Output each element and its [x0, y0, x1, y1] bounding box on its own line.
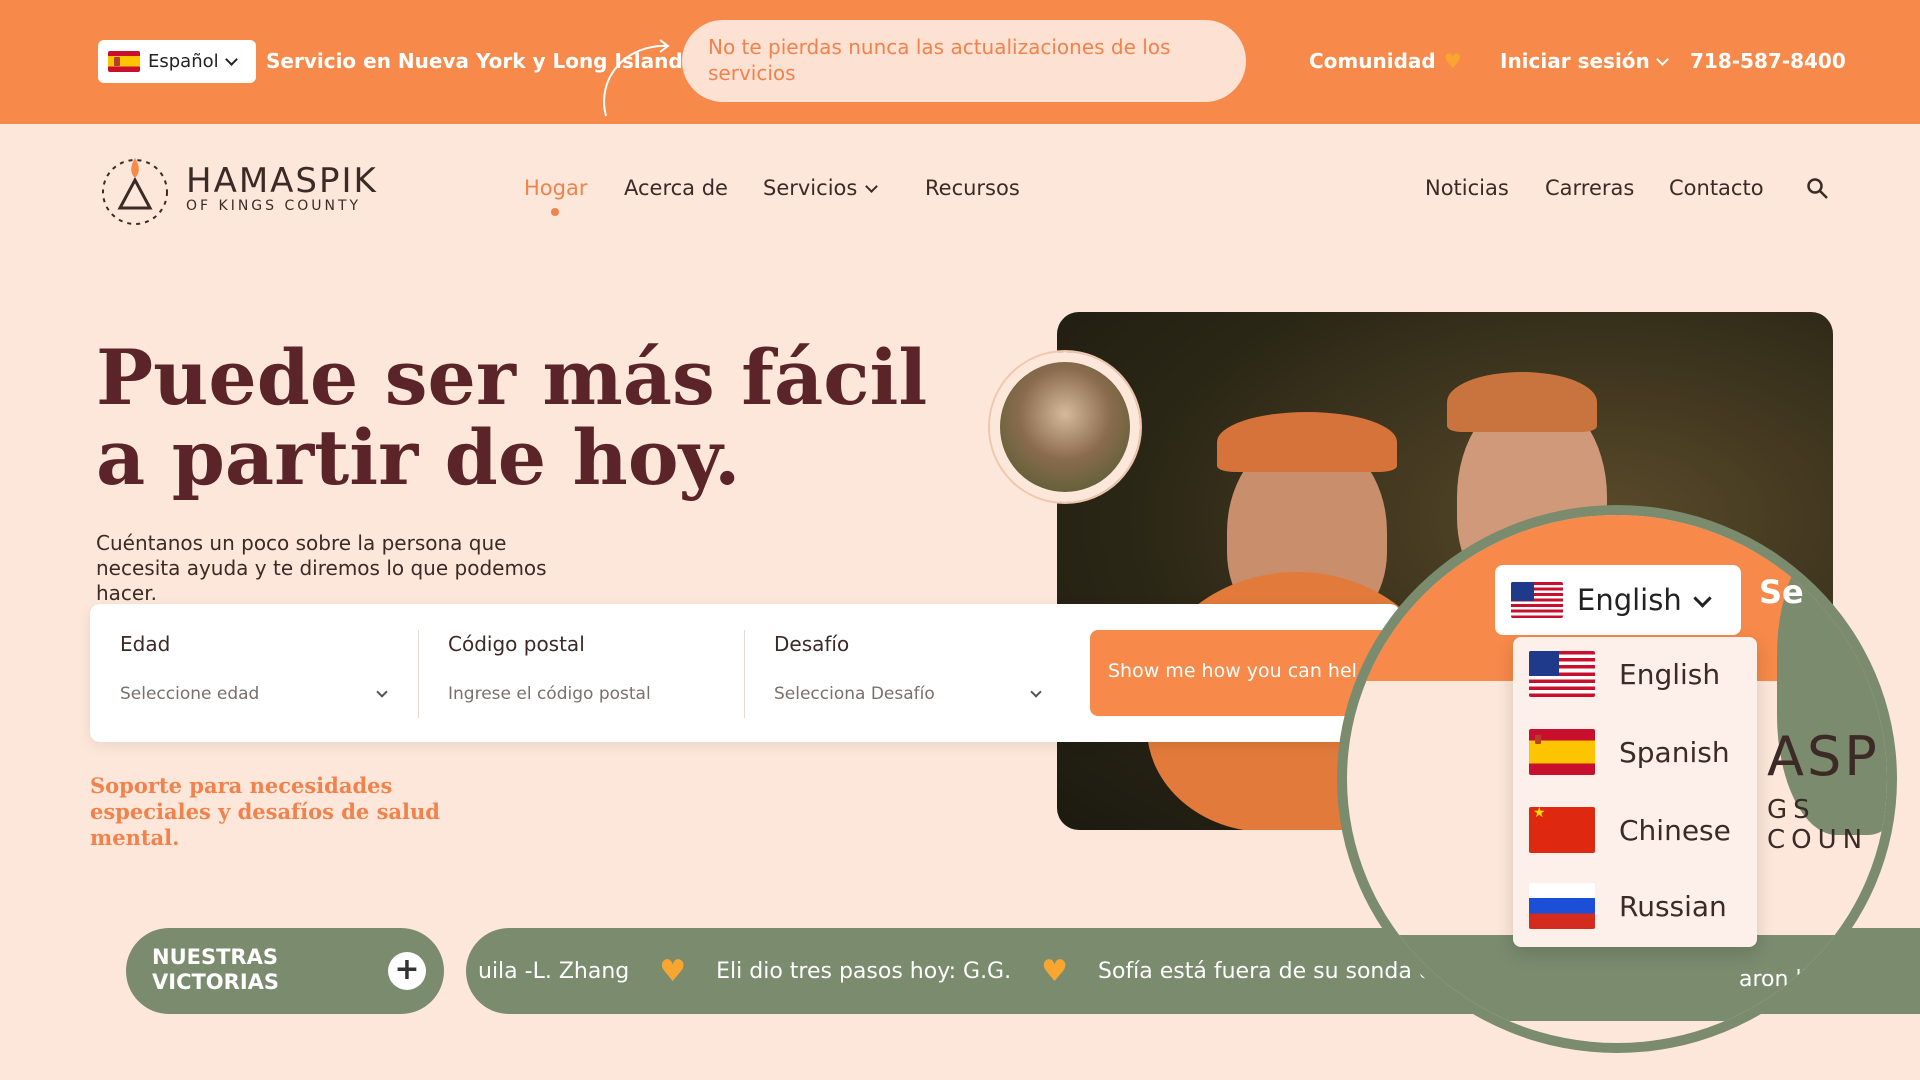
spain-flag-icon	[1529, 729, 1595, 775]
language-option-russian[interactable]: Russian	[1529, 883, 1727, 929]
top-bar: Español Servicio en Nueva York y Long Is…	[0, 0, 1920, 124]
plus-icon[interactable]: +	[388, 952, 426, 990]
age-label: Edad	[120, 632, 171, 656]
challenge-label: Desafío	[774, 632, 850, 656]
selected-language: English	[1577, 583, 1682, 617]
nav-services[interactable]: Servicios	[763, 176, 879, 200]
option-label: Spanish	[1619, 735, 1730, 769]
age-value: Seleccione edad	[120, 684, 260, 704]
mag-person	[1827, 535, 1887, 625]
chevron-down-icon	[1030, 686, 1042, 698]
logo-subtitle: OF KINGS COUNTY	[186, 198, 362, 214]
zip-field[interactable]: Código postal Ingrese el código postal	[418, 604, 744, 742]
option-label: Chinese	[1619, 813, 1731, 847]
ticker-item: Eli dio tres pasos hoy: G.G.	[716, 958, 1012, 984]
zip-label: Código postal	[448, 632, 585, 656]
mag-logo-fragment: ASP	[1767, 725, 1880, 788]
updates-notice[interactable]: No te pierdas nunca las actualizaciones …	[682, 20, 1246, 102]
victorias-label: NUESTRAS VICTORIAS	[152, 945, 280, 994]
ticker-item: uila -L. Zhang	[478, 958, 630, 984]
mag-logo-sub-fragment: GS COUN	[1767, 795, 1869, 855]
language-selector-zoomed[interactable]: English	[1495, 565, 1741, 635]
china-flag-icon	[1529, 807, 1595, 853]
heart-icon: ♥	[659, 953, 687, 989]
nav-about[interactable]: Acerca de	[624, 176, 728, 200]
hero-subtitle: Cuéntanos un poco sobre la persona que n…	[96, 531, 547, 605]
curved-arrow-icon	[603, 39, 670, 117]
language-option-chinese[interactable]: Chinese	[1529, 807, 1731, 853]
chevron-down-icon	[1655, 52, 1669, 66]
nav-contact[interactable]: Contacto	[1669, 176, 1764, 200]
age-field[interactable]: Edad Seleccione edad	[90, 604, 416, 742]
mag-service-fragment: Se	[1759, 573, 1804, 611]
us-flag-icon	[1511, 582, 1563, 618]
nav-services-label: Servicios	[763, 176, 858, 200]
language-menu: English Spanish Chinese Russian	[1513, 637, 1757, 947]
cap-shape	[1447, 372, 1597, 432]
mag-ticker: aron llegó	[1347, 935, 1887, 1021]
zip-input[interactable]: Ingrese el código postal	[448, 684, 714, 704]
chevron-down-icon	[865, 179, 879, 193]
hamaspik-logo-icon	[102, 158, 168, 225]
magnified-language-dropdown: English Se ASP GS COUN aron llegó Englis…	[1337, 505, 1897, 1053]
option-label: Russian	[1619, 889, 1727, 923]
age-select[interactable]: Seleccione edad	[120, 684, 388, 704]
chevron-down-icon	[376, 686, 388, 698]
challenge-value: Selecciona Desafío	[774, 684, 935, 704]
show-me-button[interactable]: Show me how you can hel	[1090, 630, 1390, 716]
login-link[interactable]: Iniciar sesión	[1500, 49, 1669, 73]
us-flag-icon	[1529, 651, 1595, 697]
language-label: Español	[148, 51, 219, 72]
nav-careers[interactable]: Carreras	[1545, 176, 1634, 200]
language-option-spanish[interactable]: Spanish	[1529, 729, 1730, 775]
language-option-english[interactable]: English	[1529, 651, 1720, 697]
nav-resources[interactable]: Recursos	[925, 176, 1020, 200]
community-link[interactable]: Comunidad ♥	[1309, 49, 1462, 73]
nav-news[interactable]: Noticias	[1425, 176, 1509, 200]
community-label: Comunidad	[1309, 49, 1436, 73]
heart-icon: ♥	[1443, 49, 1462, 73]
logo[interactable]: HAMASPIK OF KINGS COUNTY	[96, 150, 378, 228]
heart-icon: ♥	[1041, 953, 1069, 989]
spain-flag-icon	[108, 51, 140, 72]
search-icon[interactable]	[1806, 177, 1830, 201]
login-label: Iniciar sesión	[1500, 49, 1650, 73]
challenge-field[interactable]: Desafío Selecciona Desafío	[744, 604, 1070, 742]
logo-name: HAMASPIK	[186, 161, 378, 201]
avatar	[990, 352, 1140, 502]
chevron-down-icon	[1693, 588, 1712, 608]
support-tagline: Soporte para necesidades especiales y de…	[90, 773, 440, 850]
challenge-select[interactable]: Selecciona Desafío	[774, 684, 1042, 704]
option-label: English	[1619, 657, 1721, 691]
russia-flag-icon	[1529, 883, 1595, 929]
hero-title: Puede ser más fácil a partir de hoy.	[96, 333, 928, 502]
nav-home[interactable]: Hogar	[524, 176, 587, 200]
active-indicator	[551, 208, 559, 216]
victorias-button[interactable]: NUESTRAS VICTORIAS +	[126, 928, 444, 1014]
cap-shape	[1217, 412, 1397, 472]
chevron-down-icon	[224, 53, 238, 66]
phone-number[interactable]: 718-587-8400	[1690, 49, 1846, 73]
language-selector[interactable]: Español	[98, 40, 256, 83]
